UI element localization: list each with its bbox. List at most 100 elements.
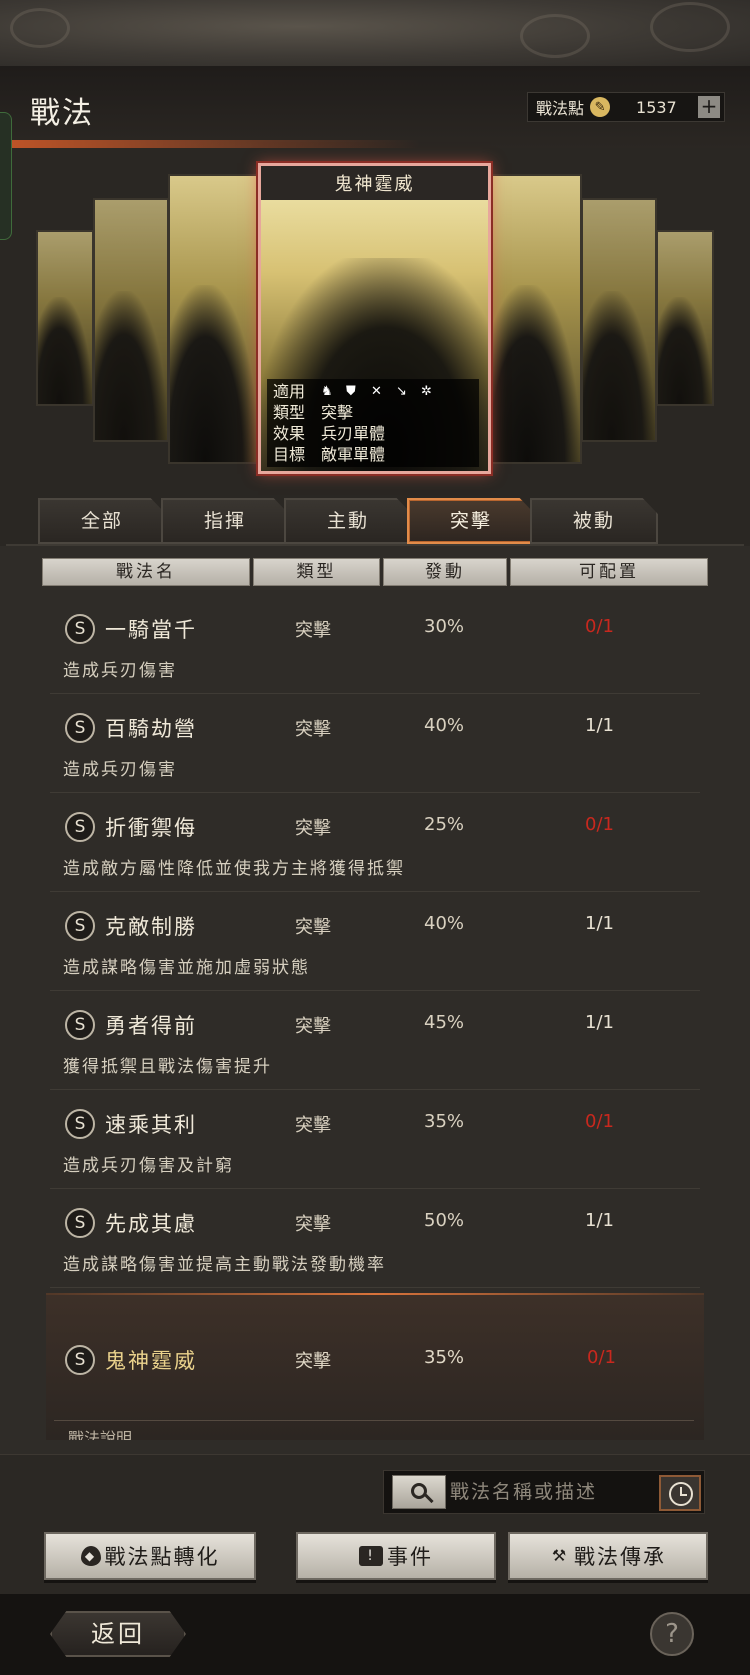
carousel-card[interactable]	[656, 230, 714, 406]
carousel-card[interactable]	[168, 174, 260, 464]
tactic-rate: 50%	[424, 1210, 465, 1231]
tactic-points-display: 戰法點 ✎ 1537 +	[527, 92, 725, 122]
tactic-name: 克敵制勝	[105, 915, 197, 939]
tactic-row[interactable]: S 折衝禦侮 突擊 25% 0/1 造成敵方屬性降低並使我方主將獲得抵禦	[50, 798, 700, 892]
grade-badge: S	[65, 911, 95, 941]
convert-points-button[interactable]: ◆ 戰法點轉化	[44, 1532, 256, 1580]
grade-badge: S	[65, 614, 95, 644]
event-label: 事件	[387, 1545, 433, 1569]
header-glow	[0, 140, 420, 148]
carousel-card[interactable]	[36, 230, 94, 406]
tactic-type: 突擊	[295, 1351, 331, 1372]
tactic-rate: 40%	[424, 715, 465, 736]
help-button[interactable]: ?	[650, 1612, 694, 1656]
clock-icon	[669, 1482, 693, 1506]
featured-tactic-card[interactable]: 鬼神霆威 適用 ♞ ⛊ ✕ ↘ ✲ 類型 突擊 效果 兵刃單體 目標 敵軍單體	[258, 163, 491, 474]
tactic-name: 一騎當千	[105, 618, 197, 642]
divider	[54, 1420, 694, 1421]
top-decoration	[0, 0, 750, 66]
inherit-tactic-button[interactable]: ⚒ 戰法傳承	[508, 1532, 708, 1580]
tactic-name: 折衝禦侮	[105, 816, 197, 840]
tactic-description: 造成敵方屬性降低並使我方主將獲得抵禦	[63, 859, 405, 879]
tactic-row[interactable]: S 先成其慮 突擊 50% 1/1 造成謀略傷害並提高主動戰法發動機率	[50, 1194, 700, 1288]
tactic-type: 突擊	[295, 917, 331, 938]
add-points-button[interactable]: +	[698, 96, 720, 118]
tab-passive[interactable]: 被動	[530, 498, 658, 544]
quill-icon: ✎	[590, 97, 611, 117]
tactic-available: 1/1	[585, 1210, 614, 1231]
carousel-card[interactable]	[490, 174, 582, 464]
info-key: 效果	[273, 424, 306, 443]
column-trigger-rate[interactable]: 發動	[383, 558, 507, 586]
tactic-card-carousel[interactable]: 鬼神霆威 適用 ♞ ⛊ ✕ ↘ ✲ 類型 突擊 效果 兵刃單體 目標 敵軍單體	[0, 150, 750, 480]
tab-assault[interactable]: 突擊	[407, 498, 535, 544]
tactic-type: 突擊	[295, 1115, 331, 1136]
convert-points-label: 戰法點轉化	[104, 1545, 220, 1569]
tab-command[interactable]: 指揮	[161, 498, 289, 544]
tactic-available: 0/1	[585, 814, 614, 835]
tactic-row[interactable]: S 百騎劫營 突擊 40% 1/1 造成兵刃傷害	[50, 699, 700, 793]
tactic-description-label: 戰法說明	[68, 1429, 133, 1440]
tactic-row[interactable]: S 勇者得前 突擊 45% 1/1 獲得抵禦且戰法傷害提升	[50, 996, 700, 1090]
back-button[interactable]: 返回	[50, 1611, 186, 1657]
tactic-rate: 35%	[424, 1347, 465, 1368]
tactic-available: 1/1	[585, 715, 614, 736]
bow-icon: ✕	[371, 383, 382, 399]
tactic-name: 勇者得前	[105, 1014, 197, 1038]
tactic-description: 造成兵刃傷害	[63, 760, 177, 780]
info-value: 突擊	[321, 403, 354, 422]
tactic-description: 造成兵刃傷害及計窮	[63, 1156, 234, 1176]
tactic-type: 突擊	[295, 1214, 331, 1235]
info-key: 適用	[273, 382, 306, 401]
inherit-tactic-label: 戰法傳承	[574, 1545, 666, 1569]
tactic-name: 速乘其利	[105, 1113, 197, 1137]
tactic-description: 造成謀略傷害並施加虛弱狀態	[63, 958, 310, 978]
tactic-type: 突擊	[295, 620, 331, 641]
selected-tactic-row[interactable]: S 鬼神霆威 突擊 35% 0/1 戰法說明	[46, 1295, 704, 1440]
tactic-description: 造成謀略傷害並提高主動戰法發動機率	[63, 1255, 386, 1275]
spear-icon: ↘	[396, 383, 407, 399]
card-info-panel: 適用 ♞ ⛊ ✕ ↘ ✲ 類型 突擊 效果 兵刃單體 目標 敵軍單體	[267, 379, 479, 467]
column-available[interactable]: 可配置	[510, 558, 708, 586]
tab-active[interactable]: 主動	[284, 498, 412, 544]
tab-all[interactable]: 全部	[38, 498, 166, 544]
carousel-card[interactable]	[581, 198, 657, 442]
drop-icon: ◆	[80, 1546, 101, 1566]
featured-card-title: 鬼神霆威	[261, 166, 488, 200]
tactic-description: 獲得抵禦且戰法傷害提升	[63, 1057, 272, 1077]
tactic-available: 0/1	[585, 616, 614, 637]
search-button[interactable]	[392, 1475, 446, 1509]
tactic-row[interactable]: S 克敵制勝 突擊 40% 1/1 造成謀略傷害並施加虛弱狀態	[50, 897, 700, 991]
tactic-type: 突擊	[295, 1016, 331, 1037]
search-bar	[383, 1470, 705, 1514]
search-input[interactable]	[450, 1477, 646, 1507]
history-button[interactable]	[659, 1475, 701, 1511]
info-value: 兵刃單體	[321, 424, 386, 443]
info-key: 目標	[273, 445, 306, 464]
page-title: 戰法	[30, 96, 94, 131]
tactic-name: 先成其慮	[105, 1212, 197, 1236]
tactic-description: 造成兵刃傷害	[63, 661, 177, 681]
carousel-card[interactable]	[93, 198, 169, 442]
tactic-rate: 40%	[424, 913, 465, 934]
info-key: 類型	[273, 403, 306, 422]
tactic-type: 突擊	[295, 818, 331, 839]
tactic-row[interactable]: S 速乘其利 突擊 35% 0/1 造成兵刃傷害及計窮	[50, 1095, 700, 1189]
hammer-icon: ⚒	[551, 1546, 569, 1565]
tactic-name: 鬼神霆威	[105, 1349, 197, 1373]
info-value: 敵軍單體	[321, 445, 386, 464]
tactic-type: 突擊	[295, 719, 331, 740]
grade-badge: S	[65, 1010, 95, 1040]
event-button[interactable]: ! 事件	[296, 1532, 496, 1580]
grade-badge: S	[65, 812, 95, 842]
grade-badge: S	[65, 1208, 95, 1238]
tactic-row[interactable]: S 一騎當千 突擊 30% 0/1 造成兵刃傷害	[50, 600, 700, 694]
column-type[interactable]: 類型	[253, 558, 380, 586]
tactic-rate: 45%	[424, 1012, 465, 1033]
column-name[interactable]: 戰法名	[42, 558, 250, 586]
shield-icon: ⛊	[346, 383, 356, 399]
tactic-rate: 30%	[424, 616, 465, 637]
tactic-available: 0/1	[587, 1347, 616, 1368]
grade-badge: S	[65, 1109, 95, 1139]
tactic-rate: 25%	[424, 814, 465, 835]
